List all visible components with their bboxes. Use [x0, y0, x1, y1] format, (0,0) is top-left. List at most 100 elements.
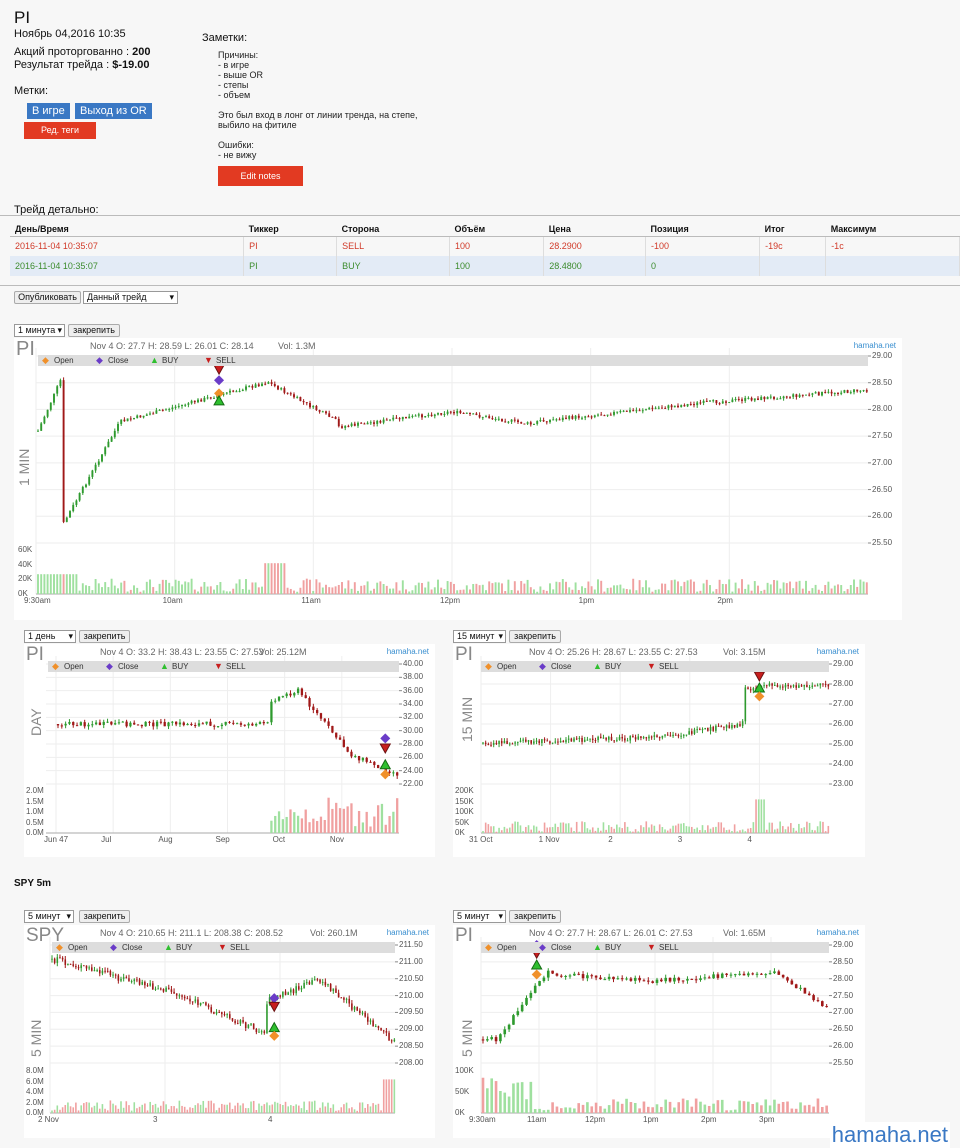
- timeframe-select-4[interactable]: 5 минут ▾: [24, 910, 74, 923]
- timeframe-select-3[interactable]: 15 минут ▾: [453, 630, 506, 643]
- timeframe-select-2[interactable]: 1 день ▾: [24, 630, 76, 643]
- candle-body: [152, 983, 154, 990]
- candle-body: [346, 746, 349, 752]
- sell-legend-icon: ▼: [647, 661, 656, 671]
- candle-body: [200, 399, 203, 402]
- volume-bar: [677, 823, 680, 833]
- candle-body: [786, 977, 789, 981]
- candle-body: [155, 410, 158, 414]
- volume-bar: [551, 827, 554, 833]
- candle-body: [453, 412, 455, 414]
- chart-15min[interactable]: 29.00 28.00 27.00 26.00 25.00 24.00 23.00 31 Oc…: [453, 644, 865, 857]
- volume-bar: [720, 822, 723, 833]
- publish-scope-select[interactable]: Данный трейд ▾: [83, 291, 178, 304]
- candle-body: [117, 722, 121, 724]
- candle-body: [583, 739, 586, 742]
- candle-body: [805, 394, 807, 396]
- volume-bar: [488, 581, 491, 594]
- volume-bar: [392, 811, 395, 833]
- volume-bar: [257, 587, 260, 594]
- volume-bar: [327, 1102, 329, 1113]
- volume-bar: [682, 823, 685, 833]
- candle-body: [348, 998, 351, 1004]
- candle-body: [356, 1007, 358, 1011]
- volume-bar: [609, 587, 612, 594]
- volume-bar: [859, 579, 862, 594]
- y-tick-label: 27.00: [872, 457, 893, 467]
- y-tick-label: 28.00: [403, 739, 424, 748]
- close-legend-label: Close: [108, 356, 129, 365]
- volume-bar: [126, 591, 129, 594]
- publish-button[interactable]: Опубликовать: [14, 291, 81, 304]
- candle-body: [175, 721, 178, 725]
- pin-button-1[interactable]: закрепить: [68, 324, 120, 337]
- volume-bar: [350, 803, 353, 833]
- candle-body: [59, 957, 61, 959]
- candle-body: [87, 724, 90, 727]
- candle-body: [539, 420, 542, 422]
- candle-body: [622, 410, 625, 412]
- candle-body: [571, 416, 574, 419]
- sell-marker: [268, 1001, 281, 1013]
- x-tick-label: 2: [608, 835, 613, 844]
- candle-body: [129, 418, 132, 420]
- candle-body: [512, 1015, 515, 1025]
- volume-bar: [664, 1099, 668, 1113]
- timeframe-select-1[interactable]: 1 минута ▾: [14, 324, 65, 337]
- candle-body: [300, 988, 303, 990]
- candle-body: [629, 410, 631, 412]
- volume-bar: [313, 1100, 316, 1113]
- select-value: 1 день: [28, 631, 56, 641]
- chart-spy-5min[interactable]: 211.50 211.00 210.50 210.00 209.50 209.00 208.…: [24, 925, 435, 1138]
- pin-button-4[interactable]: закрепить: [79, 910, 130, 923]
- volume-bar: [645, 580, 647, 594]
- volume-bar: [376, 582, 379, 594]
- volume-bar: [353, 582, 356, 594]
- volume-bar: [75, 574, 78, 594]
- candle-body: [654, 407, 657, 409]
- column-header: Итог: [759, 222, 826, 237]
- candle-body: [613, 740, 615, 742]
- pin-button-2[interactable]: закрепить: [79, 630, 130, 643]
- pin-button-3[interactable]: закрепить: [509, 630, 561, 643]
- chart-daily[interactable]: 40.00 38.00 36.00 34.00 32.00 30.00 28.00 26.00…: [24, 644, 435, 857]
- volume-bar: [516, 821, 519, 833]
- candle-body: [594, 975, 598, 978]
- tags-label: Метки:: [14, 85, 49, 97]
- candle-body: [342, 739, 345, 747]
- candle-body: [545, 421, 548, 423]
- candle-body: [801, 394, 804, 396]
- edit-tags-button[interactable]: Ред. теги: [24, 122, 96, 139]
- candle-body: [629, 735, 632, 741]
- candle-body: [603, 415, 606, 417]
- candle-body: [215, 1011, 218, 1014]
- candle-body: [67, 963, 69, 965]
- pin-button-5[interactable]: закрепить: [509, 910, 561, 923]
- y-tick-label: 29.00: [833, 659, 854, 668]
- tag-or-exit[interactable]: Выход из OR: [75, 103, 152, 119]
- volume-bar: [117, 1108, 120, 1113]
- volume-bar: [827, 825, 830, 833]
- candle-body: [201, 723, 204, 725]
- volume-bar: [190, 578, 193, 594]
- candle-body: [223, 1014, 226, 1016]
- candle-body: [140, 725, 143, 727]
- tag-in-play[interactable]: В игре: [27, 103, 70, 119]
- volume-bar: [546, 1109, 550, 1113]
- table-cell: PI: [243, 236, 338, 256]
- chart-pi-5min[interactable]: 29.00 28.50 28.00 27.50 27.00 26.50 26.00 25.50…: [453, 925, 865, 1138]
- candle-body: [49, 402, 52, 410]
- timeframe-select-5[interactable]: 5 минут ▾: [453, 910, 506, 923]
- volume-bar: [316, 1110, 319, 1113]
- candle-body: [273, 383, 276, 387]
- candle-body: [393, 1039, 396, 1042]
- candle-body: [178, 722, 182, 725]
- candle-body: [96, 970, 98, 972]
- candle-body: [561, 417, 564, 421]
- volume-bar: [613, 585, 615, 594]
- volume-bar: [583, 822, 586, 833]
- volume-bar: [177, 580, 180, 594]
- chart-1min[interactable]: 29.00 28.50 28.00 27.50 27.00 26.50 26.00 25.50…: [14, 338, 902, 620]
- candle-body: [546, 970, 550, 978]
- edit-notes-button[interactable]: Edit notes: [218, 166, 303, 186]
